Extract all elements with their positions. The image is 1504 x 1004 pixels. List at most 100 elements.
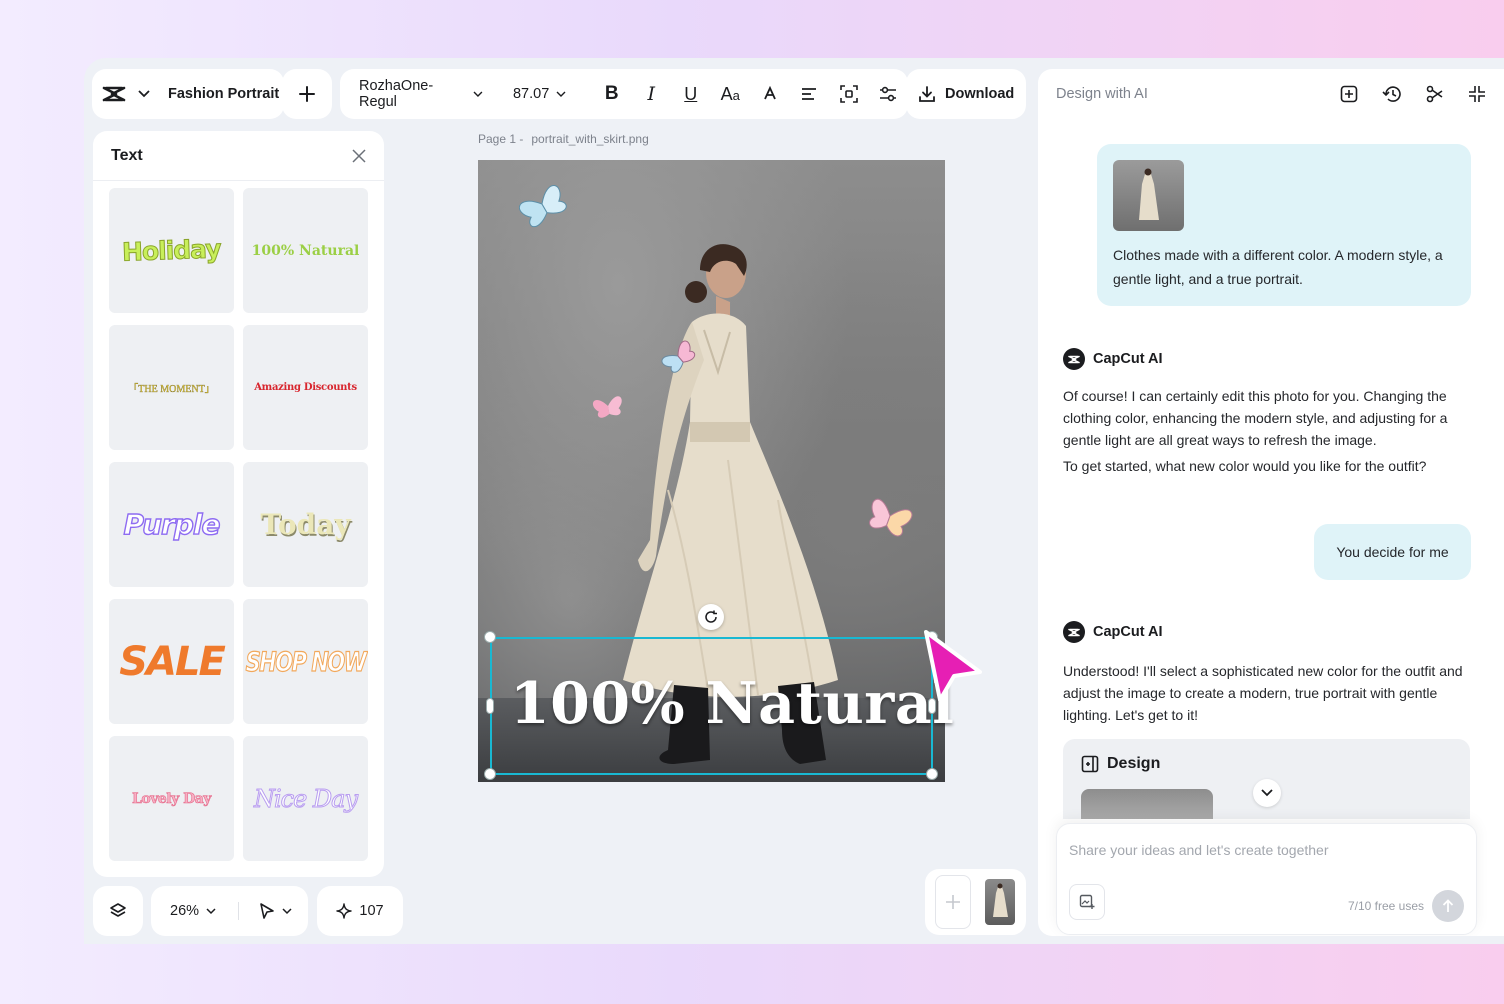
- pointer-icon: [260, 903, 274, 919]
- butterfly-sticker: [518, 185, 567, 228]
- add-page-button[interactable]: [935, 875, 971, 929]
- editor-app: Fashion Portrait RozhaOne-Regul 87.07 B …: [84, 58, 1504, 944]
- assistant-message-text: Of course! I can certainly edit this pho…: [1063, 388, 1448, 448]
- history-icon[interactable]: [1382, 85, 1402, 103]
- design-icon: [1081, 755, 1099, 773]
- text-format-toolbar: RozhaOne-Regul 87.07 B I U Aa: [340, 69, 908, 119]
- panel-title: Text: [111, 146, 143, 164]
- design-card-title: Design: [1107, 755, 1161, 772]
- close-icon[interactable]: [352, 148, 366, 163]
- pointer-tool-select[interactable]: [259, 902, 292, 920]
- align-icon[interactable]: [790, 78, 830, 110]
- zoom-control: 26%: [151, 886, 308, 936]
- font-size-select[interactable]: 87.07: [513, 86, 572, 102]
- design-preview-image[interactable]: [1081, 789, 1213, 819]
- design-result-card: Design: [1063, 739, 1470, 819]
- user-message: Clothes made with a different color. A m…: [1097, 144, 1471, 306]
- text-panel: Text Holiday 100% Natural 「THE MOMENT」 A…: [93, 131, 384, 877]
- resize-handle-bottom-left[interactable]: [484, 768, 496, 780]
- text-preset-tile[interactable]: Amazing Discounts: [243, 325, 368, 450]
- collapse-icon[interactable]: [1468, 85, 1486, 103]
- butterfly-sticker: [592, 396, 622, 418]
- plus-icon: [946, 895, 960, 909]
- bold-icon[interactable]: B: [592, 78, 632, 110]
- prompt-box: Share your ideas and let's create togeth…: [1056, 823, 1477, 935]
- cursor-pointer-icon: [924, 630, 982, 702]
- download-label: Download: [945, 86, 1015, 102]
- assistant-message-text: Understood! I'll select a sophisticated …: [1063, 663, 1463, 723]
- adjust-icon[interactable]: [869, 78, 909, 110]
- page-number: Page 1 -: [478, 132, 524, 146]
- assistant-name: CapCut AI: [1093, 624, 1163, 640]
- arrow-up-icon: [1442, 899, 1454, 912]
- project-title-bar: Fashion Portrait: [92, 69, 284, 119]
- smart-select-icon[interactable]: [829, 78, 869, 110]
- text-color-icon[interactable]: [750, 78, 790, 110]
- credits-button[interactable]: 107: [317, 886, 403, 936]
- italic-icon[interactable]: I: [632, 78, 672, 110]
- text-preset-tile[interactable]: Nice Day: [243, 736, 368, 861]
- credits-value: 107: [359, 903, 384, 919]
- preset-label: Lovely Day: [132, 790, 212, 807]
- send-button[interactable]: [1432, 890, 1464, 922]
- file-name: portrait_with_skirt.png: [531, 132, 649, 146]
- preset-label: Holiday: [121, 234, 222, 267]
- assistant-header: CapCut AI: [1063, 621, 1163, 643]
- prompt-input[interactable]: Share your ideas and let's create togeth…: [1069, 842, 1329, 858]
- font-family-select[interactable]: RozhaOne-Regul: [359, 78, 483, 110]
- chevron-down-icon: [1261, 789, 1273, 797]
- preset-label: 100% Natural: [251, 242, 360, 259]
- attached-image-thumbnail[interactable]: [1113, 160, 1184, 231]
- text-preset-grid: Holiday 100% Natural 「THE MOMENT」 Amazin…: [109, 188, 369, 861]
- page-thumbnail[interactable]: [985, 879, 1015, 925]
- font-family-value: RozhaOne-Regul: [359, 78, 434, 110]
- text-preset-tile[interactable]: 「THE MOMENT」: [109, 325, 234, 450]
- user-message-text: You decide for me: [1336, 544, 1449, 560]
- text-preset-tile[interactable]: SHOP NOW: [243, 599, 368, 724]
- butterfly-sticker: [869, 498, 913, 537]
- rotate-handle[interactable]: [698, 604, 724, 630]
- user-message: You decide for me: [1314, 524, 1471, 580]
- resize-handle-bottom-right[interactable]: [926, 768, 938, 780]
- assistant-message-text: To get started, what new color would you…: [1063, 458, 1427, 474]
- preset-label: Amazing Discounts: [254, 382, 357, 393]
- layers-icon: [110, 903, 126, 917]
- chevron-down-icon: [556, 91, 566, 97]
- text-case-icon[interactable]: Aa: [711, 78, 751, 110]
- share-icon[interactable]: [1426, 85, 1444, 103]
- attach-image-button[interactable]: [1069, 884, 1105, 920]
- add-button[interactable]: [282, 69, 332, 119]
- zoom-select[interactable]: 26%: [165, 903, 216, 919]
- chat-thread: Clothes made with a different color. A m…: [1038, 119, 1504, 819]
- assistant-message: Of course! I can certainly edit this pho…: [1063, 385, 1478, 477]
- text-preset-tile[interactable]: 100% Natural: [243, 188, 368, 313]
- image-add-icon: [1079, 894, 1095, 909]
- ai-chat-panel: Design with AI Clothes made with a diffe…: [1038, 69, 1504, 936]
- ai-panel-title: Design with AI: [1056, 86, 1148, 102]
- expand-button[interactable]: [1253, 779, 1281, 807]
- assistant-header: CapCut AI: [1063, 348, 1163, 370]
- text-preset-tile[interactable]: Purple: [109, 462, 234, 587]
- free-uses-counter: 7/10 free uses: [1347, 899, 1424, 913]
- preset-label: Purple: [123, 507, 221, 541]
- capcut-logo-icon[interactable]: [102, 85, 126, 103]
- text-preset-tile[interactable]: Lovely Day: [109, 736, 234, 861]
- layers-button[interactable]: [93, 886, 143, 936]
- download-icon: [919, 86, 935, 102]
- download-button[interactable]: Download: [906, 69, 1026, 119]
- preset-label: 「THE MOMENT」: [128, 384, 215, 395]
- project-title[interactable]: Fashion Portrait: [168, 86, 279, 102]
- capcut-ai-logo-icon: [1063, 621, 1085, 643]
- text-preset-tile[interactable]: SALE: [109, 599, 234, 724]
- preset-label: Nice Day: [253, 784, 358, 813]
- underline-icon[interactable]: U: [671, 78, 711, 110]
- selection-box[interactable]: [490, 637, 933, 775]
- user-message-text: Clothes made with a different color. A m…: [1113, 247, 1443, 287]
- text-preset-tile[interactable]: Holiday: [109, 188, 234, 313]
- resize-handle-left[interactable]: [486, 698, 494, 714]
- menu-chevron-down-icon[interactable]: [138, 90, 150, 98]
- resize-handle-top-left[interactable]: [484, 631, 496, 643]
- text-preset-tile[interactable]: Today: [243, 462, 368, 587]
- new-chat-icon[interactable]: [1340, 85, 1358, 103]
- preset-label: SHOP NOW: [245, 646, 367, 677]
